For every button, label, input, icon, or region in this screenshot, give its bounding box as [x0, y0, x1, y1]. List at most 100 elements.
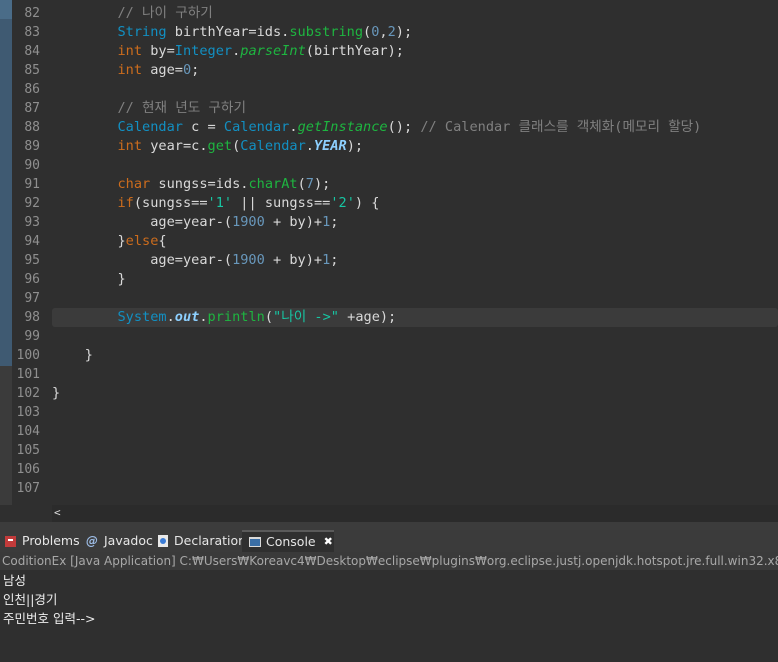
- code-line-83[interactable]: String birthYear=ids.substring(0,2);: [52, 23, 778, 42]
- code-text: .: [199, 309, 208, 325]
- code-text: .: [289, 119, 298, 135]
- code-text: ;: [191, 62, 200, 78]
- code-line-84[interactable]: int by=Integer.parseInt(birthYear);: [52, 42, 778, 61]
- code-text: age=: [142, 62, 183, 78]
- code-line-95[interactable]: age=year-(1900 + by)+1;: [52, 251, 778, 270]
- code-line-91[interactable]: char sungss=ids.charAt(7);: [52, 175, 778, 194]
- code-keyword: char: [117, 176, 151, 192]
- code-text: (: [363, 24, 372, 40]
- code-text: );: [313, 176, 331, 192]
- line-number: 106: [16, 462, 40, 477]
- code-line-94[interactable]: }else{: [52, 232, 778, 251]
- line-number: 92: [24, 196, 40, 211]
- code-line-98-current[interactable]: System.out.println("나이 ->" +age);: [52, 308, 778, 327]
- code-line-87[interactable]: // 현재 년도 구하기: [52, 99, 778, 118]
- code-text: year=c.: [142, 138, 208, 154]
- console-output[interactable]: 남성 인천||경기 주민번호 입력-->: [0, 570, 778, 662]
- code-editor[interactable]: 82 83 84 85 86 87 88 89 90 91 92 93 94 9…: [0, 0, 778, 505]
- code-text: .: [166, 309, 175, 325]
- code-field: out: [174, 309, 200, 325]
- horizontal-scrollbar[interactable]: <: [52, 505, 778, 522]
- tab-label: Javadoc: [104, 533, 153, 548]
- close-icon[interactable]: ✖: [324, 531, 333, 553]
- bottom-panel-tabs: Problems @ Javadoc Declaration Console ✖: [0, 530, 778, 552]
- code-keyword: int: [117, 138, 143, 154]
- panel-divider[interactable]: [0, 522, 778, 530]
- code-text: sungss==: [264, 195, 331, 211]
- code-line-96[interactable]: }: [52, 270, 778, 289]
- line-number: 85: [24, 63, 40, 78]
- tab-label: Problems: [22, 533, 80, 548]
- code-line-85[interactable]: int age=0;: [52, 61, 778, 80]
- code-line-88[interactable]: Calendar c = Calendar.getInstance(); // …: [52, 118, 778, 137]
- problems-icon: [5, 536, 16, 547]
- tab-label: Console: [266, 534, 316, 549]
- code-text: + by)+: [264, 252, 323, 268]
- tab-javadoc[interactable]: @ Javadoc: [86, 530, 153, 552]
- line-number: 88: [24, 120, 40, 135]
- code-text: (sungss==: [133, 195, 208, 211]
- scroll-left-icon[interactable]: <: [54, 506, 61, 519]
- code-text: }: [117, 233, 126, 249]
- code-keyword: if: [117, 195, 134, 211]
- code-text: by=: [142, 43, 175, 59]
- code-text: (: [264, 309, 274, 325]
- line-number: 107: [16, 481, 40, 496]
- code-method: parseInt: [240, 43, 306, 59]
- declaration-icon: [158, 535, 168, 547]
- line-number: 101: [16, 367, 40, 382]
- code-text: c =: [182, 119, 224, 135]
- code-text: .: [305, 138, 314, 154]
- line-number: 105: [16, 443, 40, 458]
- code-line-92[interactable]: if(sungss=='1' || sungss=='2') {: [52, 194, 778, 213]
- code-line-93[interactable]: age=year-(1900 + by)+1;: [52, 213, 778, 232]
- tab-console[interactable]: Console ✖: [242, 530, 334, 552]
- code-text: ;: [330, 252, 339, 268]
- javadoc-icon: @: [86, 534, 98, 548]
- code-method: println: [207, 309, 265, 325]
- tab-declaration[interactable]: Declaration: [156, 530, 246, 552]
- line-number: 86: [24, 82, 40, 97]
- code-method: substring: [289, 24, 364, 40]
- code-method: getInstance: [297, 119, 388, 135]
- code-text: birthYear=ids.: [166, 24, 290, 40]
- code-text: (birthYear);: [305, 43, 404, 59]
- code-text: );: [395, 24, 413, 40]
- line-number: 87: [24, 101, 40, 116]
- code-text: }: [84, 347, 93, 363]
- code-text: ,: [379, 24, 388, 40]
- code-comment: // 나이 구하기: [117, 5, 213, 21]
- change-marker: [0, 0, 12, 19]
- tab-problems[interactable]: Problems: [4, 530, 80, 552]
- code-type: String: [117, 24, 167, 40]
- code-text: age=year-(: [150, 252, 233, 268]
- code-number: 7: [305, 176, 314, 192]
- line-number: 95: [24, 253, 40, 268]
- line-number: 97: [24, 291, 40, 306]
- tab-label: Declaration: [174, 533, 247, 548]
- code-method: charAt: [248, 176, 298, 192]
- code-comment: // Calendar 클래스를 객체화(메모리 할당): [420, 119, 702, 135]
- code-number: 1900: [232, 214, 265, 230]
- line-number: 82: [24, 6, 40, 21]
- code-type: Integer: [174, 43, 233, 59]
- code-keyword: int: [117, 43, 143, 59]
- code-text: + by)+: [264, 214, 323, 230]
- code-text: ();: [387, 119, 421, 135]
- code-line-82[interactable]: // 나이 구하기: [52, 4, 778, 23]
- line-number: 98: [24, 310, 40, 325]
- code-line-89[interactable]: int year=c.get(Calendar.YEAR);: [52, 137, 778, 156]
- code-field: YEAR: [313, 138, 347, 154]
- line-number: 96: [24, 272, 40, 287]
- code-text: {: [158, 233, 167, 249]
- code-type: System: [117, 309, 167, 325]
- line-number: 102: [16, 386, 40, 401]
- code-text: ) {: [354, 195, 380, 211]
- line-number: 103: [16, 405, 40, 420]
- code-line-100[interactable]: }: [52, 346, 778, 365]
- console-line: 인천||경기: [3, 592, 58, 607]
- code-text: ;: [330, 214, 339, 230]
- code-text: );: [346, 138, 364, 154]
- console-process-title: CoditionEx [Java Application] C:₩Users₩K…: [0, 552, 778, 570]
- code-line-102[interactable]: }: [52, 384, 778, 403]
